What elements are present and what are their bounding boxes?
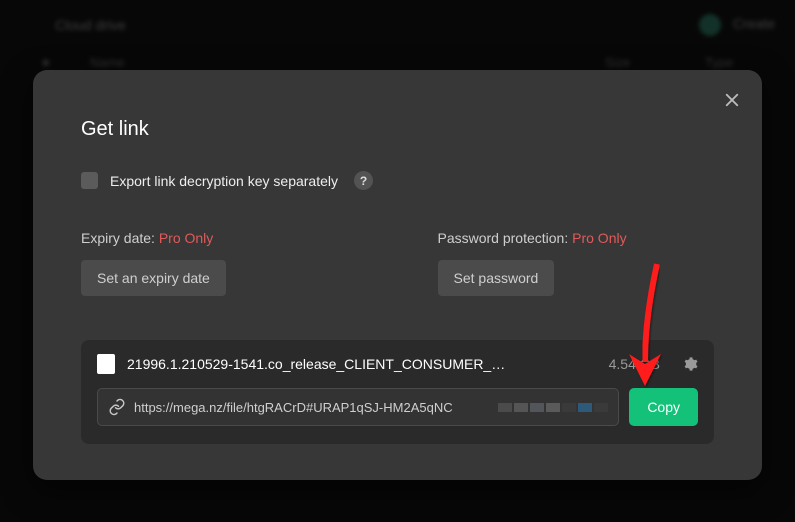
set-password-button[interactable]: Set password [438,260,555,296]
modal-title: Get link [81,118,714,141]
close-button[interactable] [720,88,744,112]
expiry-column: Expiry date: Pro Only Set an expiry date [81,230,358,296]
url-field[interactable]: https://mega.nz/file/htgRACrD#URAP1qSJ-H… [97,388,619,426]
file-name: 21996.1.210529-1541.co_release_CLIENT_CO… [127,356,597,372]
export-key-label: Export link decryption key separately [110,173,338,189]
set-expiry-button[interactable]: Set an expiry date [81,260,226,296]
file-size: 4.54 GB [609,356,660,372]
password-label: Password protection: [438,230,569,246]
url-text: https://mega.nz/file/htgRACrD#URAP1qSJ-H… [134,400,492,415]
expiry-label-row: Expiry date: Pro Only [81,230,358,246]
password-pro-tag: Pro Only [572,230,626,246]
redacted-blocks [498,403,608,412]
gear-icon[interactable] [682,356,698,372]
get-link-modal: Get link Export link decryption key sepa… [33,70,762,480]
password-column: Password protection: Pro Only Set passwo… [438,230,715,296]
expiry-label: Expiry date: [81,230,155,246]
file-panel: 21996.1.210529-1541.co_release_CLIENT_CO… [81,340,714,444]
export-key-checkbox[interactable] [81,172,98,189]
password-label-row: Password protection: Pro Only [438,230,715,246]
file-icon [97,354,115,374]
link-icon [108,398,126,416]
close-icon [723,91,741,109]
expiry-pro-tag: Pro Only [159,230,213,246]
export-key-row: Export link decryption key separately ? [81,171,714,190]
copy-button[interactable]: Copy [629,388,698,426]
help-icon[interactable]: ? [354,171,373,190]
